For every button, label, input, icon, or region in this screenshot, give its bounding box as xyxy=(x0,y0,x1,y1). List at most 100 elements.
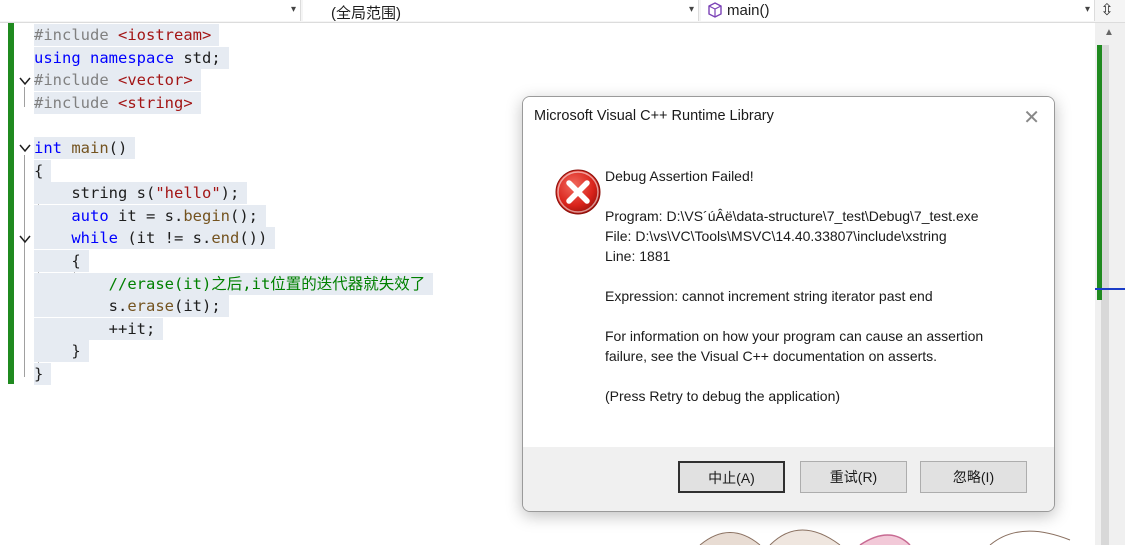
code-line-text: #include <vector> xyxy=(34,69,201,92)
code-line-text: #include <string> xyxy=(34,91,201,114)
code-line-text: string s("hello"); xyxy=(34,182,248,205)
code-token: (it); xyxy=(174,297,221,316)
collapse-chevron-icon[interactable] xyxy=(18,232,32,246)
code-line[interactable]: using namespace std; xyxy=(34,46,229,69)
code-line-text: { xyxy=(34,250,89,272)
code-token: { xyxy=(34,161,44,180)
code-line[interactable]: string s("hello"); xyxy=(34,182,248,205)
scope-dropdown[interactable]: (全局范围) ▾ xyxy=(303,0,699,22)
code-line[interactable]: //erase(it)之后,it位置的迭代器就失效了 xyxy=(34,272,434,295)
code-line[interactable]: { xyxy=(34,250,89,272)
project-dropdown[interactable]: ▾ xyxy=(0,0,301,21)
code-line[interactable]: ++it; xyxy=(34,317,164,340)
code-token: (it != s. xyxy=(127,229,212,248)
dialog-footer: 中止(A) 重试(R) 忽略(I) xyxy=(523,447,1054,511)
file-path: File: D:\vs\VC\Tools\MSVC\14.40.33807\in… xyxy=(605,228,947,244)
code-line-text: } xyxy=(34,363,52,385)
dialog-body: Debug Assertion Failed! Program: D:\VS´ú… xyxy=(523,134,1054,447)
code-token: } xyxy=(34,365,44,383)
code-token: end xyxy=(211,229,240,248)
vertical-scrollbar[interactable]: ▲ xyxy=(1095,23,1125,545)
code-line[interactable]: s.erase(it); xyxy=(34,295,229,318)
retry-button-label: 重试(R) xyxy=(829,469,878,485)
code-token: std; xyxy=(183,48,221,67)
code-token: namespace xyxy=(90,48,184,67)
code-token: ); xyxy=(220,184,240,203)
code-line[interactable]: #include <vector> xyxy=(34,69,201,92)
code-token: main xyxy=(71,139,109,157)
info-text-2: failure, see the Visual C++ documentatio… xyxy=(605,348,938,364)
code-line[interactable]: { xyxy=(34,159,52,182)
code-line[interactable]: while (it != s.end()) xyxy=(34,227,276,250)
fold-guide xyxy=(24,87,25,107)
retry-button[interactable]: 重试(R) xyxy=(800,461,907,493)
scroll-up-icon[interactable]: ▲ xyxy=(1104,27,1114,38)
code-token: (); xyxy=(230,206,258,225)
abort-button-label: 中止(A) xyxy=(708,470,755,486)
code-token: begin xyxy=(183,206,230,225)
assertion-heading: Debug Assertion Failed! xyxy=(605,168,754,184)
scrollbar-change-marker xyxy=(1097,45,1102,300)
change-tracking-bar xyxy=(8,23,14,384)
code-token: #include xyxy=(34,26,118,44)
scrollbar-track[interactable] xyxy=(1101,45,1109,545)
code-token: #include xyxy=(34,71,118,90)
code-token: erase xyxy=(127,297,174,316)
code-line-text: //erase(it)之后,it位置的迭代器就失效了 xyxy=(34,272,434,295)
code-token: it = s. xyxy=(118,206,184,225)
method-cube-icon xyxy=(708,2,722,18)
navigation-bar: ▾ (全局范围) ▾ main() ▾ ⇳ xyxy=(0,0,1125,23)
code-line[interactable]: } xyxy=(34,340,89,363)
code-token: string xyxy=(34,184,137,203)
function-label: main() xyxy=(727,2,770,19)
code-token: "hello" xyxy=(155,184,221,203)
collapse-chevron-icon[interactable] xyxy=(18,141,32,155)
code-line-text: #include <iostream> xyxy=(34,24,220,46)
background-illustration xyxy=(699,529,1071,545)
code-line-text: int main() xyxy=(34,137,136,159)
code-token: <vector> xyxy=(118,71,193,90)
code-line[interactable]: int main() xyxy=(34,137,136,159)
code-line[interactable]: } xyxy=(34,363,52,385)
collapse-chevron-icon[interactable] xyxy=(18,74,32,88)
code-token: while xyxy=(71,229,128,248)
code-token: ++it; xyxy=(34,319,156,338)
code-token: () xyxy=(108,139,128,157)
code-line-text: s.erase(it); xyxy=(34,295,229,318)
split-editor-icon[interactable]: ⇳ xyxy=(1097,1,1117,21)
code-token: int xyxy=(34,139,72,157)
code-token: using xyxy=(34,48,90,67)
code-token: auto xyxy=(71,206,118,225)
ignore-button[interactable]: 忽略(I) xyxy=(920,461,1027,493)
code-token: s. xyxy=(34,297,128,316)
retry-hint: (Press Retry to debug the application) xyxy=(605,388,841,404)
info-text-1: For information on how your program can … xyxy=(605,328,984,344)
code-line[interactable]: #include <iostream> xyxy=(34,24,220,46)
code-token: s( xyxy=(136,184,156,203)
code-token: #include xyxy=(34,93,118,112)
close-icon[interactable]: ✕ xyxy=(1023,105,1040,130)
code-line-text: ++it; xyxy=(34,317,164,340)
code-line-text: { xyxy=(34,159,52,182)
code-line[interactable] xyxy=(34,114,51,136)
code-token: <iostream> xyxy=(118,26,212,44)
scope-label: (全局范围) xyxy=(331,5,401,22)
code-token: } xyxy=(34,342,81,361)
code-token: ()) xyxy=(239,229,268,248)
assertion-dialog: Microsoft Visual C++ Runtime Library ✕ D… xyxy=(522,96,1055,512)
function-dropdown[interactable]: main() ▾ xyxy=(701,0,1095,21)
code-line-text: while (it != s.end()) xyxy=(34,227,276,250)
code-line[interactable]: #include <string> xyxy=(34,91,201,114)
code-line[interactable]: auto it = s.begin(); xyxy=(34,204,266,227)
code-token: { xyxy=(34,252,81,270)
dialog-titlebar: Microsoft Visual C++ Runtime Library ✕ xyxy=(523,97,1054,134)
abort-button[interactable]: 中止(A) xyxy=(678,461,785,493)
chevron-down-icon: ▾ xyxy=(290,4,296,15)
code-line-text: } xyxy=(34,340,89,363)
ignore-button-label: 忽略(I) xyxy=(952,469,995,485)
scrollbar-caret-marker xyxy=(1095,288,1125,290)
